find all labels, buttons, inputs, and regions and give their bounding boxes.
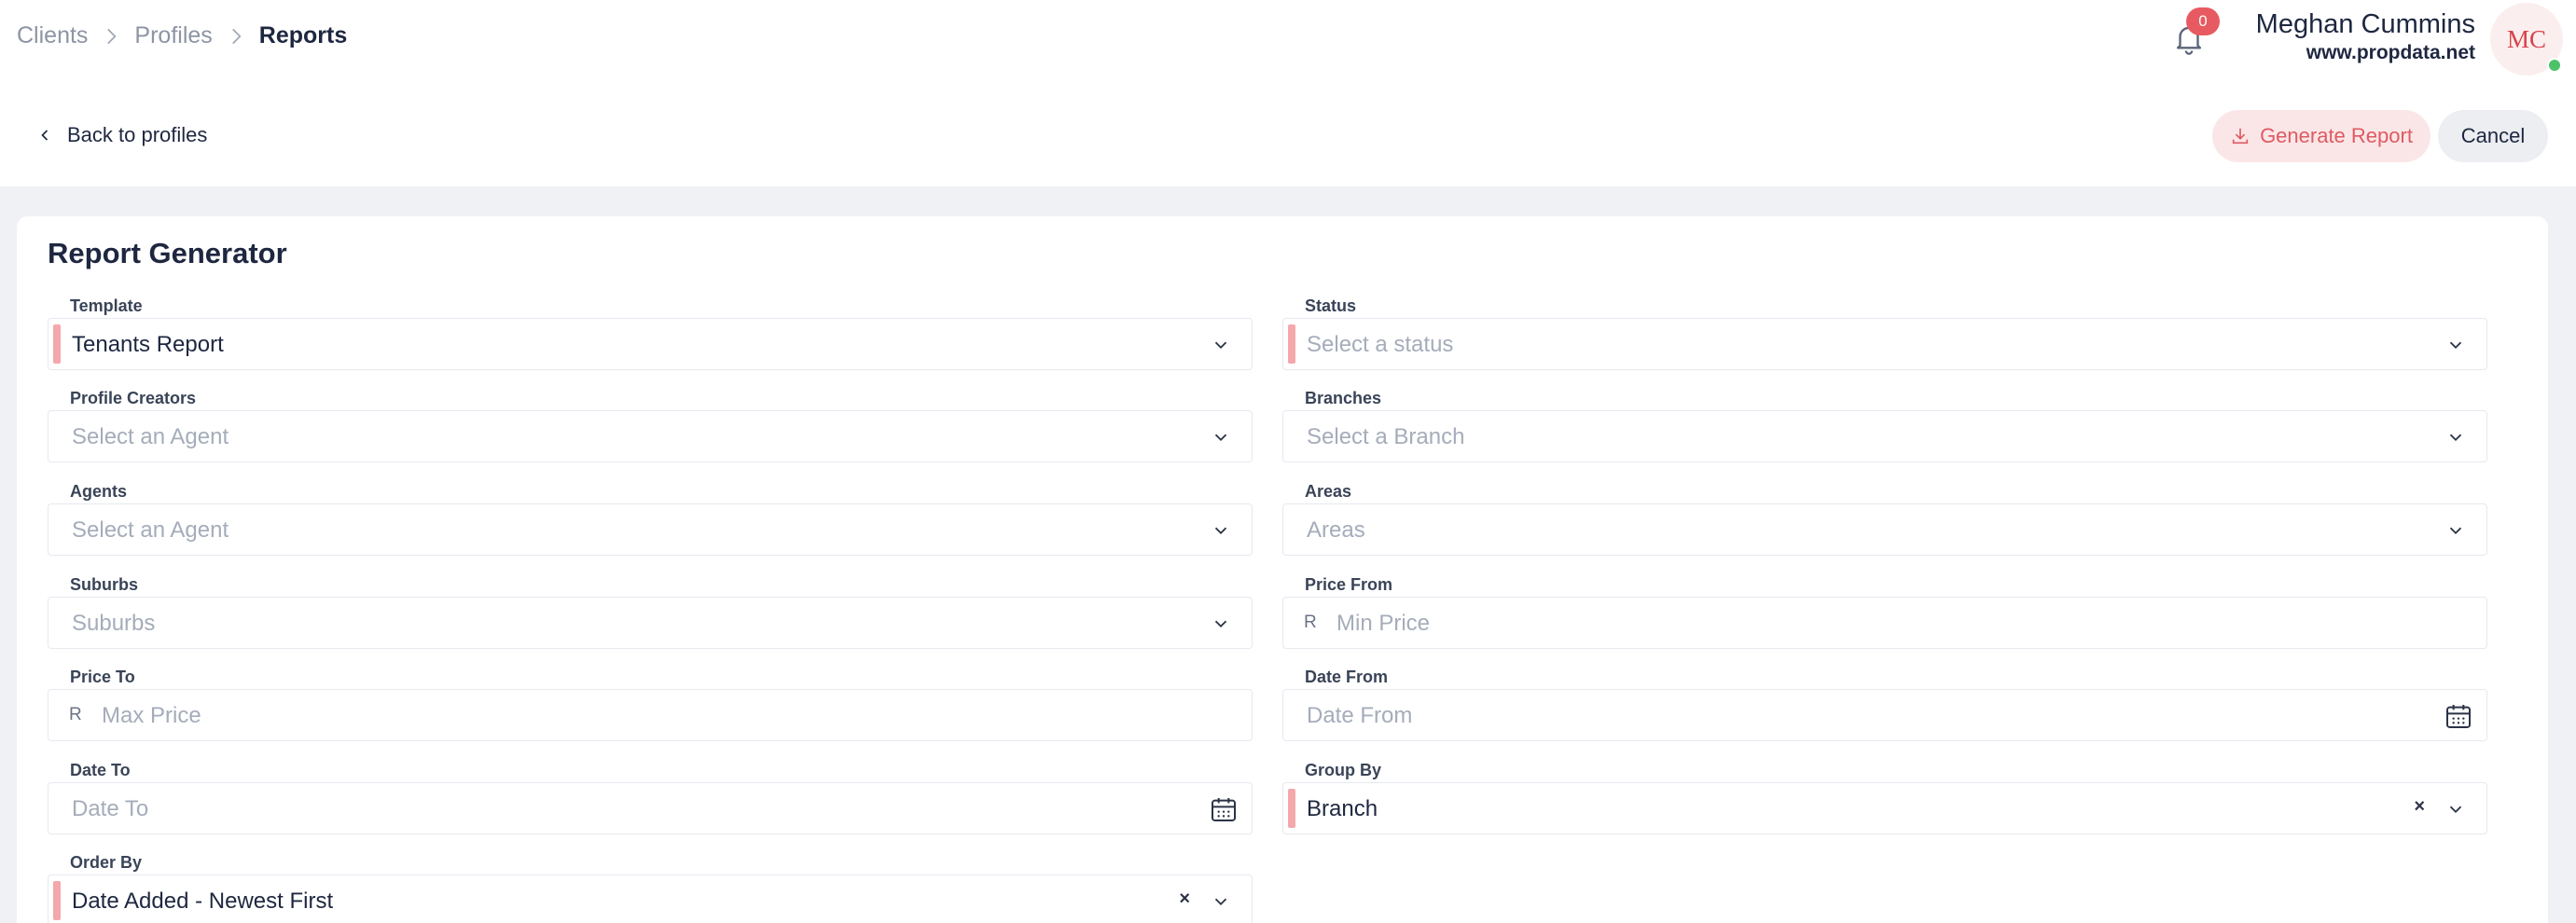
calendar-icon[interactable] bbox=[1209, 794, 1239, 824]
page-title: Report Generator bbox=[48, 237, 287, 269]
areas-label: Areas bbox=[1305, 482, 1352, 501]
agents-placeholder: Select an Agent bbox=[72, 517, 229, 543]
profile-creators-select[interactable]: Profile Creators Select an Agent bbox=[48, 389, 1253, 462]
price-from-input[interactable]: Price From R Min Price bbox=[1282, 575, 2487, 649]
profile-creators-placeholder: Select an Agent bbox=[72, 424, 229, 449]
branches-placeholder: Select a Branch bbox=[1307, 424, 1465, 449]
chevron-left-icon bbox=[41, 130, 48, 141]
suburbs-placeholder: Suburbs bbox=[72, 611, 156, 636]
suburbs-label: Suburbs bbox=[70, 575, 139, 594]
clear-icon[interactable]: × bbox=[2414, 796, 2425, 818]
status-placeholder: Select a status bbox=[1307, 332, 1454, 357]
chevron-down-icon bbox=[2449, 527, 2462, 535]
order-by-select[interactable]: Order By Date Added - Newest First × bbox=[48, 853, 1253, 923]
breadcrumb-profiles[interactable]: Profiles bbox=[134, 22, 212, 49]
required-marker bbox=[1288, 789, 1295, 828]
order-by-label: Order By bbox=[70, 853, 143, 872]
chevron-down-icon bbox=[1214, 434, 1227, 442]
branches-select[interactable]: Branches Select a Branch bbox=[1282, 389, 2487, 462]
chevron-down-icon bbox=[2449, 434, 2462, 442]
price-to-placeholder: Max Price bbox=[102, 703, 201, 728]
calendar-icon[interactable] bbox=[2444, 701, 2473, 731]
date-to-input[interactable]: Date To Date To bbox=[48, 761, 1253, 834]
clear-icon[interactable]: × bbox=[1179, 889, 1190, 910]
chevron-down-icon bbox=[2449, 806, 2462, 814]
chevron-down-icon bbox=[1214, 898, 1227, 906]
chevron-down-icon bbox=[1214, 341, 1227, 350]
date-to-label: Date To bbox=[70, 761, 131, 779]
price-from-label: Price From bbox=[1305, 575, 1393, 594]
required-marker bbox=[53, 324, 61, 364]
chevron-down-icon bbox=[1214, 527, 1227, 535]
required-marker bbox=[53, 881, 61, 920]
back-to-profiles-link[interactable]: Back to profiles bbox=[35, 123, 207, 147]
status-select[interactable]: Status Select a status bbox=[1282, 296, 2487, 370]
date-to-placeholder: Date To bbox=[72, 796, 149, 821]
template-label: Template bbox=[70, 296, 143, 315]
download-icon bbox=[2232, 128, 2249, 145]
template-select[interactable]: Template Tenants Report bbox=[48, 296, 1253, 370]
date-from-input[interactable]: Date From Date From bbox=[1282, 668, 2487, 741]
status-label: Status bbox=[1305, 296, 1357, 315]
date-from-placeholder: Date From bbox=[1307, 703, 1413, 728]
profile-creators-label: Profile Creators bbox=[70, 389, 197, 407]
breadcrumb-reports: Reports bbox=[258, 22, 348, 48]
template-value: Tenants Report bbox=[72, 332, 224, 357]
notification-badge: 0 bbox=[2186, 7, 2220, 35]
cancel-button[interactable]: Cancel bbox=[2438, 110, 2548, 162]
required-marker bbox=[1288, 324, 1295, 364]
group-by-label: Group By bbox=[1305, 761, 1382, 779]
online-status-dot bbox=[2547, 58, 2562, 73]
breadcrumb-clients[interactable]: Clients bbox=[17, 22, 88, 49]
order-by-value: Date Added - Newest First bbox=[72, 889, 334, 914]
price-to-input[interactable]: Price To R Max Price bbox=[48, 668, 1253, 741]
chevron-right-icon bbox=[107, 28, 117, 44]
group-by-value: Branch bbox=[1307, 796, 1378, 821]
chevron-right-icon bbox=[231, 28, 242, 44]
agents-label: Agents bbox=[70, 482, 128, 501]
price-from-placeholder: Min Price bbox=[1336, 611, 1431, 636]
generate-label: Generate Report bbox=[2260, 124, 2413, 147]
areas-select[interactable]: Areas Areas bbox=[1282, 482, 2487, 556]
price-to-label: Price To bbox=[70, 668, 135, 686]
branches-label: Branches bbox=[1305, 389, 1382, 407]
user-name: Meghan Cummins bbox=[2255, 9, 2475, 39]
areas-placeholder: Areas bbox=[1307, 517, 1365, 543]
generate-report-button[interactable]: Generate Report bbox=[2212, 110, 2431, 162]
action-bar: Back to profiles Generate Report Cancel bbox=[0, 88, 2576, 186]
agents-select[interactable]: Agents Select an Agent bbox=[48, 482, 1253, 556]
group-by-select[interactable]: Group By Branch × bbox=[1282, 761, 2487, 834]
chevron-down-icon bbox=[1214, 620, 1227, 628]
chevron-down-icon bbox=[2449, 341, 2462, 350]
breadcrumb: Clients Profiles Reports bbox=[17, 22, 347, 49]
date-from-label: Date From bbox=[1305, 668, 1389, 686]
currency-prefix: R bbox=[69, 705, 82, 724]
suburbs-select[interactable]: Suburbs Suburbs bbox=[48, 575, 1253, 649]
user-site: www.propdata.net bbox=[2306, 42, 2475, 63]
currency-prefix: R bbox=[1304, 613, 1317, 632]
top-header: Clients Profiles Reports 0 Meghan Cummin… bbox=[0, 0, 2576, 88]
report-generator-card: Report Generator Template Tenants Report… bbox=[17, 216, 2548, 923]
back-label: Back to profiles bbox=[67, 123, 208, 146]
